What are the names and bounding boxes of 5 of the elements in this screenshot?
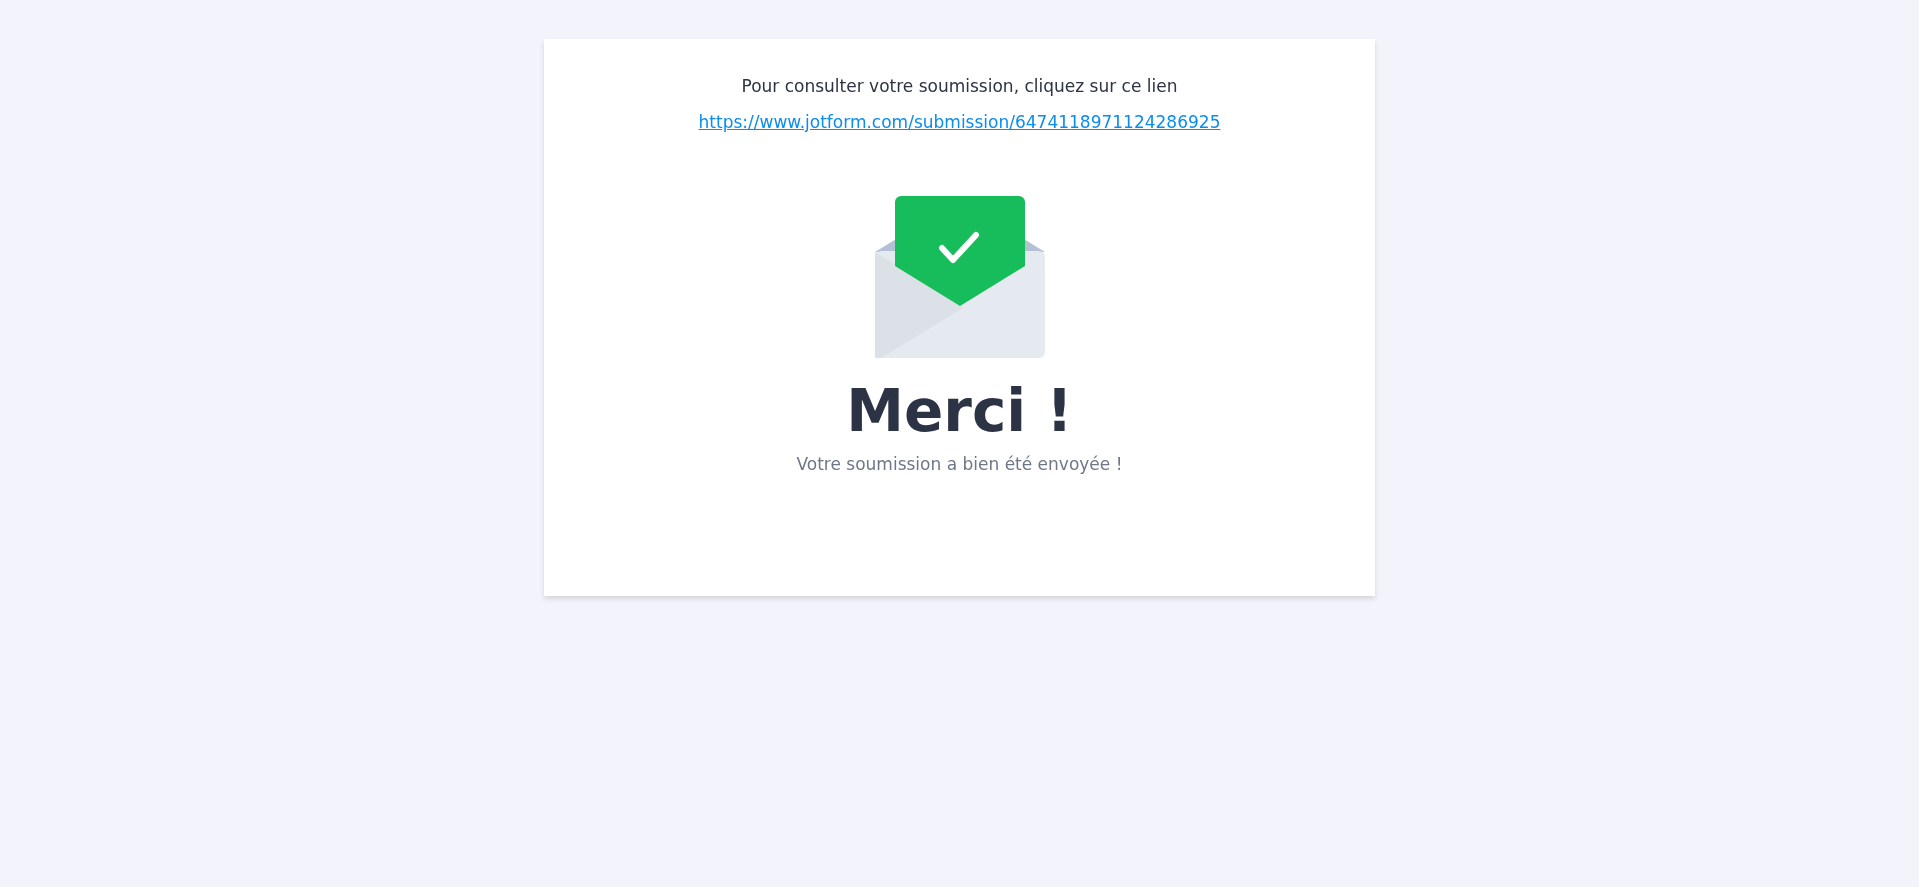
confirmation-message: Votre soumission a bien été envoyée ! bbox=[796, 453, 1123, 474]
submission-link[interactable]: https://www.jotform.com/submission/6474118971124286925 bbox=[698, 112, 1221, 132]
instruction-text: Pour consulter votre soumission, cliquez sur ce lien bbox=[741, 76, 1178, 96]
heading: Merci ! bbox=[846, 380, 1073, 444]
envelope-check-icon bbox=[874, 196, 1045, 358]
